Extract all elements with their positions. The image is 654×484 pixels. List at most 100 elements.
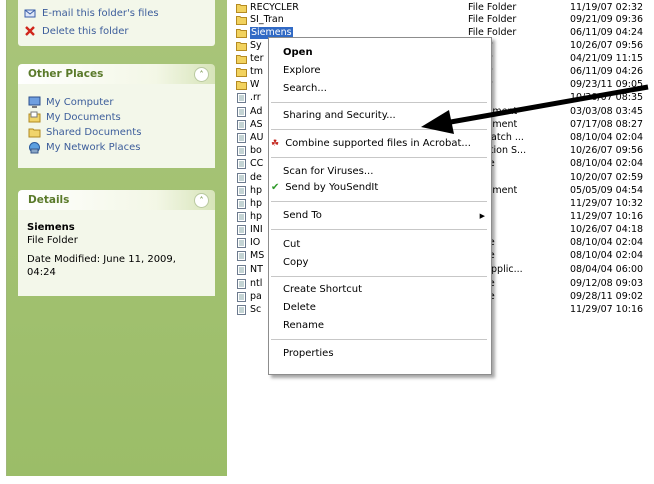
other-places-header[interactable]: Other Places ˄ <box>18 64 215 84</box>
task-pane: E-mail this folder's files Delete this f… <box>6 0 227 476</box>
file-icon <box>237 251 246 261</box>
menu-item-copy[interactable]: Copy <box>283 257 308 268</box>
menu-separator <box>271 229 487 230</box>
file-date-modified: 03/03/08 03:45 <box>570 106 644 117</box>
menu-separator <box>271 276 487 277</box>
file-date-modified: 09/23/11 09:05 <box>570 79 644 90</box>
file-name: Ad <box>250 106 263 117</box>
menu-item-open[interactable]: Open <box>283 47 313 58</box>
menu-item-create-shortcut[interactable]: Create Shortcut <box>283 284 362 295</box>
collapse-chevron-icon[interactable]: ˄ <box>194 67 209 82</box>
my-documents-icon <box>28 111 41 124</box>
file-name: NT <box>250 264 263 275</box>
delete-x-icon <box>24 25 36 37</box>
email-folder-files-label: E-mail this folder's files <box>42 7 159 19</box>
collapse-chevron-icon[interactable]: ˄ <box>194 193 209 208</box>
file-icon <box>237 238 246 248</box>
file-date-modified: 10/26/07 04:18 <box>570 224 644 235</box>
menu-item-search[interactable]: Search... <box>283 83 327 94</box>
details-title: Details <box>28 194 70 206</box>
file-date-modified: 09/28/11 09:02 <box>570 291 644 302</box>
folder-icon <box>236 16 247 25</box>
folder-icon <box>236 55 247 64</box>
file-date-modified: 08/10/04 02:04 <box>570 237 644 248</box>
file-name: tm <box>250 66 263 77</box>
shared-documents-link[interactable]: Shared Documents <box>28 126 141 139</box>
menu-separator <box>271 157 487 158</box>
file-date-modified: 10/26/07 09:56 <box>570 40 644 51</box>
shared-documents-icon <box>28 126 41 139</box>
file-icon <box>237 265 246 275</box>
menu-item-combine-acrobat[interactable]: ☘ Combine supported files in Acrobat... <box>271 138 471 149</box>
file-date-modified: 07/17/08 08:27 <box>570 119 644 130</box>
menu-item-scan-viruses[interactable]: Scan for Viruses... <box>283 166 373 177</box>
file-icon <box>237 93 246 103</box>
file-date-modified: 06/11/09 04:24 <box>570 27 644 38</box>
my-documents-link[interactable]: My Documents <box>28 111 121 124</box>
file-date-modified: 10/30/07 08:35 <box>570 92 644 103</box>
file-icon <box>237 225 246 235</box>
file-date-modified: 04/21/09 11:15 <box>570 53 644 64</box>
file-date-modified: 10/20/07 02:59 <box>570 172 644 183</box>
folder-icon <box>236 81 247 90</box>
menu-separator <box>271 201 487 202</box>
file-name: bo <box>250 145 262 156</box>
file-name: SI_Tran <box>250 14 284 25</box>
file-icon <box>237 212 246 222</box>
file-icon <box>237 146 246 156</box>
menu-item-combine-label: Combine supported files in Acrobat... <box>285 138 471 149</box>
file-icon <box>237 279 246 289</box>
menu-item-send-to[interactable]: Send To <box>283 210 322 221</box>
menu-item-explore[interactable]: Explore <box>283 65 321 76</box>
file-name: MS <box>250 250 265 261</box>
file-name: hp <box>250 185 263 196</box>
file-name: IO <box>250 237 261 248</box>
network-places-label: My Network Places <box>46 142 141 153</box>
menu-separator <box>271 102 487 103</box>
file-row[interactable]: SI_Tran File Folder 09/21/09 09:36 <box>230 14 654 26</box>
menu-separator <box>271 129 487 130</box>
file-name: hp <box>250 211 263 222</box>
file-date-modified: 08/10/04 02:04 <box>570 250 644 261</box>
file-icon <box>237 159 246 169</box>
file-tasks-panel: E-mail this folder's files Delete this f… <box>18 0 215 46</box>
context-menu: Open Explore Search... Sharing and Secur… <box>268 37 492 375</box>
folder-icon <box>236 42 247 51</box>
file-type: File Folder <box>468 2 517 13</box>
menu-item-yousendit-label: Send by YouSendIt <box>285 182 379 193</box>
file-date-modified: 09/12/08 09:03 <box>570 278 644 289</box>
my-computer-link[interactable]: My Computer <box>28 96 113 109</box>
my-computer-label: My Computer <box>46 97 114 108</box>
file-date-modified: 11/29/07 10:32 <box>570 198 644 209</box>
details-item-type: File Folder <box>27 235 78 246</box>
menu-item-delete[interactable]: Delete <box>283 302 316 313</box>
menu-item-rename[interactable]: Rename <box>283 320 324 331</box>
file-row[interactable]: RECYCLER File Folder 11/19/07 02:32 <box>230 2 654 14</box>
delete-folder-link[interactable]: Delete this folder <box>24 24 129 38</box>
delete-folder-label: Delete this folder <box>42 25 129 37</box>
file-icon <box>237 107 246 117</box>
file-date-modified: 11/29/07 10:16 <box>570 304 644 315</box>
file-date-modified: 06/11/09 04:26 <box>570 66 644 77</box>
email-folder-files-link[interactable]: E-mail this folder's files <box>24 6 159 20</box>
details-header[interactable]: Details ˄ <box>18 190 215 210</box>
file-date-modified: 09/21/09 09:36 <box>570 14 644 25</box>
menu-separator <box>271 339 487 340</box>
file-name: W <box>250 79 260 90</box>
details-time: 04:24 <box>27 267 56 278</box>
file-icon <box>237 199 246 209</box>
file-date-modified: 08/10/04 02:04 <box>570 132 644 143</box>
file-name: de <box>250 172 262 183</box>
other-places-panel: My Computer My Documents Shared Document… <box>18 84 215 168</box>
menu-item-sharing-security[interactable]: Sharing and Security... <box>283 110 396 121</box>
file-name: RECYCLER <box>250 2 299 13</box>
folder-icon <box>236 29 247 38</box>
menu-item-properties[interactable]: Properties <box>283 348 334 359</box>
acrobat-icon: ☘ <box>271 139 280 149</box>
menu-item-yousendit[interactable]: ✔ Send by YouSendIt <box>271 182 378 193</box>
file-name: hp <box>250 198 263 209</box>
menu-item-cut[interactable]: Cut <box>283 239 300 250</box>
file-icon <box>237 292 246 302</box>
checkmark-icon: ✔ <box>271 182 280 193</box>
network-places-link[interactable]: My Network Places <box>28 141 140 154</box>
